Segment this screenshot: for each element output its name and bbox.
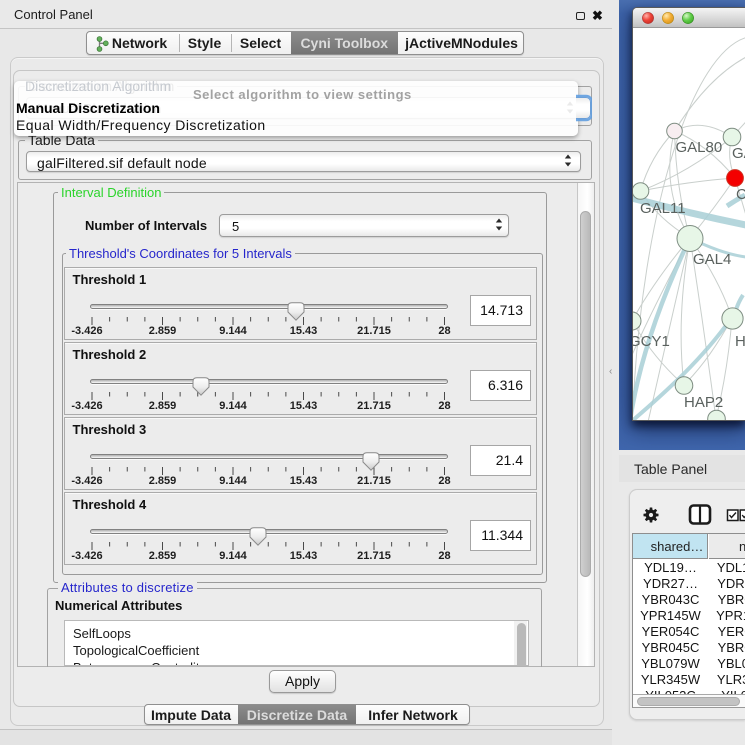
svg-text:GAL11: GAL11: [640, 200, 686, 217]
svg-text:HAP2: HAP2: [684, 394, 723, 411]
svg-text:C: C: [736, 186, 745, 203]
svg-text:GAL80: GAL80: [676, 139, 723, 156]
svg-text:GA: GA: [732, 145, 745, 162]
svg-text:H: H: [735, 333, 745, 350]
svg-text:GAL4: GAL4: [693, 251, 731, 268]
svg-text:GCY1: GCY1: [633, 333, 670, 350]
